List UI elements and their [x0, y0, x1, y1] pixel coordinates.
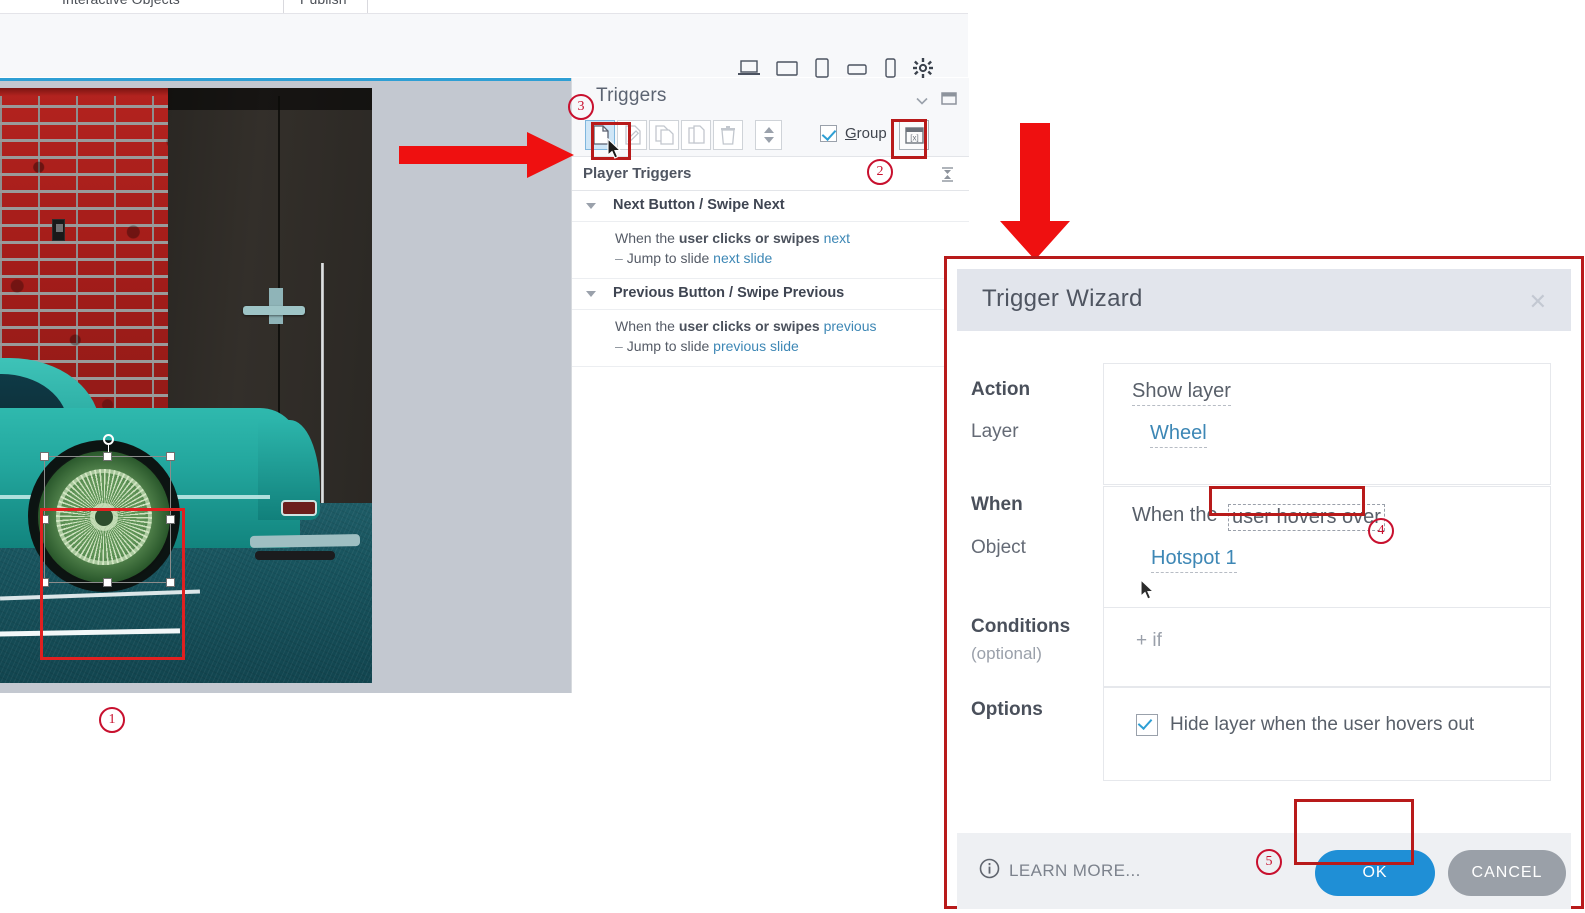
- ribbon-strip: Interactive Objects Publish: [0, 0, 968, 14]
- rotate-handle[interactable]: [103, 434, 114, 445]
- player-triggers-section-header: Player Triggers: [572, 157, 969, 191]
- action-label: Action: [971, 379, 1031, 400]
- dialog-body: Action Layer Show layer Wheel When Objec…: [957, 331, 1571, 833]
- trigger-action-line: – Jump to slide next slide: [615, 250, 773, 266]
- mouse-cursor-toolbar: [607, 137, 623, 165]
- trigger-action-line: – Jump to slide previous slide: [615, 338, 799, 354]
- layer-value[interactable]: Wheel: [1150, 422, 1207, 448]
- trigger-item[interactable]: When the user clicks or swipes previous …: [572, 310, 969, 367]
- conditions-card: + if: [1103, 607, 1551, 687]
- learn-more-link[interactable]: LEARN MORE...: [979, 858, 1141, 884]
- callout-5: 5: [1256, 849, 1282, 875]
- paste-trigger-button[interactable]: [681, 120, 711, 150]
- group-checkbox-box[interactable]: [820, 125, 837, 142]
- trigger-wizard-dialog: Trigger Wizard ✕ Action Layer Show layer…: [944, 256, 1584, 909]
- group-checkbox[interactable]: Group: [820, 125, 887, 142]
- cancel-button[interactable]: CANCEL: [1448, 850, 1566, 896]
- callout-4: 4: [1368, 518, 1394, 544]
- copy-trigger-button[interactable]: [649, 120, 679, 150]
- car-taillight: [281, 500, 317, 516]
- hide-layer-label: Hide layer when the user hovers out: [1170, 714, 1475, 735]
- trigger-item[interactable]: When the user clicks or swipes next – Jum…: [572, 222, 969, 279]
- trigger-group-header[interactable]: Next Button / Swipe Next: [572, 191, 969, 222]
- delete-trigger-button[interactable]: [713, 120, 743, 150]
- callout-3: 3: [568, 94, 594, 120]
- resize-handle-ne[interactable]: [166, 452, 175, 461]
- object-label: Object: [971, 537, 1026, 558]
- callout-1: 1: [99, 707, 125, 733]
- chevron-down-icon[interactable]: [586, 291, 596, 297]
- trigger-group-title: Next Button / Swipe Next: [613, 197, 785, 213]
- triggers-panel-header: Triggers: [572, 78, 969, 113]
- car-exhaust: [255, 551, 335, 560]
- layer-label: Layer: [971, 421, 1019, 442]
- ribbon-tab-interactive-objects[interactable]: Interactive Objects: [62, 0, 180, 7]
- red-arrow-right: [399, 132, 574, 183]
- dock-panel-icon[interactable]: [941, 91, 957, 111]
- hide-layer-checkbox[interactable]: [1136, 714, 1158, 736]
- chevron-down-icon[interactable]: [916, 92, 928, 110]
- trigger-list: Next Button / Swipe Next When the user c…: [572, 191, 969, 367]
- trigger-when-line: When the user clicks or swipes previous: [615, 318, 877, 334]
- trigger-group-title: Previous Button / Swipe Previous: [613, 285, 845, 301]
- annotation-box-ok: [1294, 799, 1414, 865]
- resize-handle-nw[interactable]: [40, 452, 49, 461]
- player-triggers-label: Player Triggers: [583, 165, 692, 182]
- red-arrow-down: [1000, 123, 1070, 265]
- triggers-panel-title: Triggers: [596, 85, 667, 106]
- car-bumper: [249, 534, 361, 548]
- annotation-box-when-value: [1209, 486, 1365, 516]
- resize-handle-n[interactable]: [103, 452, 112, 461]
- triggers-panel: Triggers Group [x] Player Triggers Next …: [571, 78, 969, 693]
- learn-more-label: LEARN MORE...: [1009, 861, 1141, 880]
- dialog-title: Trigger Wizard: [982, 285, 1143, 312]
- trigger-group-header[interactable]: Previous Button / Swipe Previous: [572, 279, 969, 310]
- device-preview-bar: [0, 14, 968, 92]
- action-card: Show layer Wheel: [1103, 363, 1551, 485]
- collapse-all-icon[interactable]: [940, 166, 955, 187]
- callout-2: 2: [867, 159, 893, 185]
- conditions-optional-label: (optional): [971, 644, 1042, 663]
- dialog-title-bar: Trigger Wizard ✕: [957, 269, 1571, 331]
- annotation-box-window-x: [891, 119, 927, 159]
- close-icon[interactable]: ✕: [1529, 289, 1547, 315]
- ribbon-tab-publish[interactable]: Publish: [300, 0, 347, 7]
- trigger-when-line: When the user clicks or swipes next: [615, 230, 851, 246]
- action-value[interactable]: Show layer: [1132, 380, 1231, 406]
- options-card: Hide layer when the user hovers out: [1103, 687, 1551, 781]
- wall-fixture: [52, 219, 65, 241]
- options-label: Options: [971, 699, 1043, 720]
- chevron-down-icon[interactable]: [586, 203, 596, 209]
- reorder-trigger-spinner[interactable]: [755, 120, 782, 150]
- when-prefix: When the: [1132, 504, 1218, 526]
- conditions-label: Conditions: [971, 616, 1071, 637]
- mouse-cursor-dialog: [1140, 578, 1156, 606]
- when-label: When: [971, 494, 1023, 515]
- annotation-box-hotspot: [40, 508, 185, 660]
- object-value[interactable]: Hotspot 1: [1151, 547, 1237, 573]
- app-root: Interactive Objects Publish: [0, 0, 1585, 913]
- add-condition-button[interactable]: + if: [1136, 630, 1162, 652]
- group-checkbox-label: Group: [845, 125, 887, 142]
- info-icon: [979, 858, 1000, 884]
